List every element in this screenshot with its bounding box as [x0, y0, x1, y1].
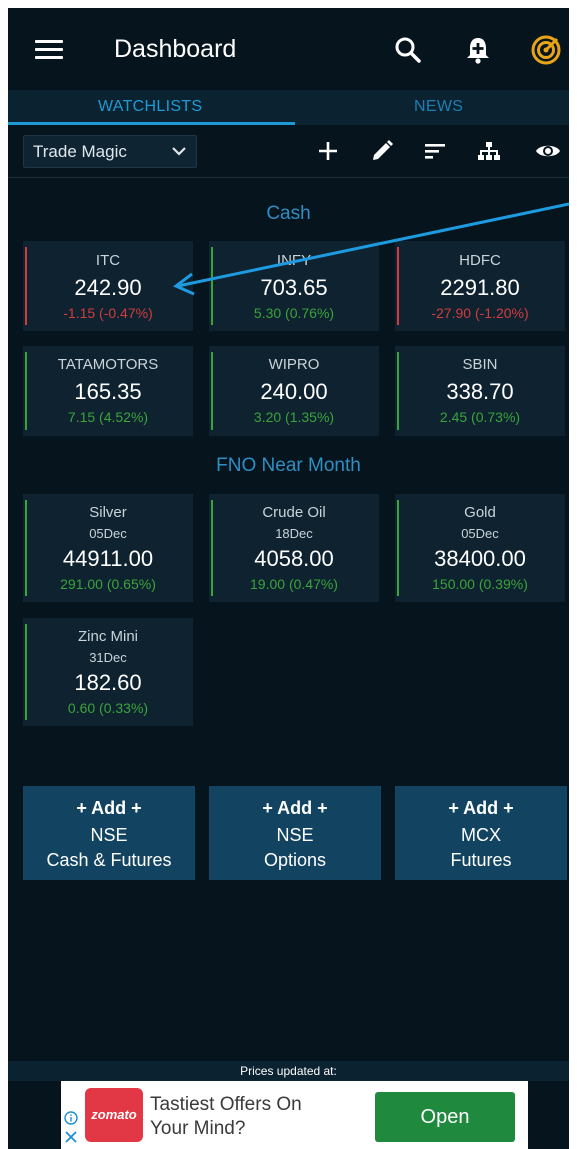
symbol-change: -27.90 (-1.20%)	[431, 305, 529, 321]
quote-card-tatamotors[interactable]: TATAMOTORS 165.35 7.15 (4.52%)	[23, 346, 193, 436]
symbol-price: 240.00	[260, 379, 328, 404]
symbol-price: 338.70	[446, 379, 514, 404]
symbol-price: 44911.00	[62, 546, 154, 571]
segment-label: Cash & Futures	[46, 850, 172, 870]
pencil-icon[interactable]	[369, 138, 395, 164]
page-title: Dashboard	[114, 35, 237, 63]
section-title-fno: FNO Near Month	[216, 455, 361, 476]
quote-card-gold[interactable]: Gold 05Dec 38400.00 150.00 (0.39%)	[395, 494, 565, 602]
symbol-change: 150.00 (0.39%)	[432, 576, 528, 592]
plus-icon[interactable]	[315, 138, 341, 164]
tab-watchlists[interactable]: WATCHLISTS	[98, 98, 202, 116]
symbol-change: 5.30 (0.76%)	[253, 305, 335, 321]
exchange-label: NSE	[90, 825, 128, 845]
add-nse-options-button[interactable]: + Add + NSE Options	[209, 786, 381, 880]
symbol-price: 242.90	[74, 275, 142, 300]
app-header: Dashboard	[8, 8, 569, 90]
ad-banner[interactable]: zomato Tastiest Offers On Your Mind? Ope…	[61, 1081, 528, 1149]
symbol-price: 182.60	[74, 670, 142, 695]
info-icon[interactable]	[64, 1111, 78, 1125]
symbol-change: 7.15 (4.52%)	[67, 409, 149, 425]
watchlist-selected: Trade Magic	[33, 142, 127, 161]
quote-card-itc[interactable]: ITC 242.90 -1.15 (-0.47%)	[23, 241, 193, 331]
symbol-change: 291.00 (0.65%)	[60, 576, 156, 592]
exchange-label: NSE	[276, 825, 314, 845]
symbol-name: Gold	[464, 504, 496, 521]
segment-label: Futures	[450, 850, 512, 870]
add-label: + Add +	[76, 798, 142, 818]
ad-brand-logo: zomato	[85, 1088, 143, 1142]
exchange-label: MCX	[461, 825, 501, 845]
quote-card-sbin[interactable]: SBIN 338.70 2.45 (0.73%)	[395, 346, 565, 436]
add-label: + Add +	[448, 798, 514, 818]
symbol-price: 165.35	[74, 379, 142, 404]
sort-icon[interactable]	[422, 138, 448, 164]
add-nse-cash-futures-button[interactable]: + Add + NSE Cash & Futures	[23, 786, 195, 880]
symbol-name: Zinc Mini	[77, 628, 138, 645]
watchlist-dropdown[interactable]: Trade Magic	[23, 135, 197, 168]
symbol-name: TATAMOTORS	[57, 356, 159, 373]
close-icon[interactable]	[64, 1130, 78, 1144]
symbol-price: 38400.00	[434, 546, 526, 571]
hierarchy-icon[interactable]	[476, 138, 502, 164]
quote-card-zinc-mini[interactable]: Zinc Mini 31Dec 182.60 0.60 (0.33%)	[23, 618, 193, 726]
symbol-price: 4058.00	[254, 546, 334, 571]
symbol-expiry: 18Dec	[275, 526, 313, 541]
tab-news[interactable]: NEWS	[414, 98, 463, 116]
quote-card-wipro[interactable]: WIPRO 240.00 3.20 (1.35%)	[209, 346, 379, 436]
symbol-price: 2291.80	[440, 275, 520, 300]
symbol-expiry: 05Dec	[89, 526, 127, 541]
symbol-change: 0.60 (0.33%)	[67, 700, 149, 716]
quote-card-crude-oil[interactable]: Crude Oil 18Dec 4058.00 19.00 (0.47%)	[209, 494, 379, 602]
symbol-change: -1.15 (-0.47%)	[63, 305, 153, 321]
app-screen: Dashboard WATCHLISTS NEWS Trade Magic Ca…	[8, 8, 569, 1149]
symbol-name: SBIN	[462, 356, 498, 373]
symbol-change: 2.45 (0.73%)	[439, 409, 521, 425]
symbol-name: INFY	[276, 252, 312, 269]
symbol-name: ITC	[95, 252, 121, 269]
add-mcx-futures-button[interactable]: + Add + MCX Futures	[395, 786, 567, 880]
quote-card-silver[interactable]: Silver 05Dec 44911.00 291.00 (0.65%)	[23, 494, 193, 602]
symbol-change: 19.00 (0.47%)	[250, 576, 338, 592]
menu-icon[interactable]	[35, 40, 63, 60]
symbol-name: Silver	[89, 504, 127, 521]
add-alert-bell-icon[interactable]	[462, 34, 494, 66]
symbol-name: WIPRO	[268, 356, 320, 373]
watchlist-toolbar: Trade Magic	[8, 125, 569, 178]
symbol-change: 3.20 (1.35%)	[253, 409, 335, 425]
tab-bar: WATCHLISTS NEWS	[8, 90, 569, 125]
symbol-name: Crude Oil	[262, 504, 326, 521]
search-icon[interactable]	[392, 34, 424, 66]
chevron-down-icon	[172, 147, 186, 156]
symbol-price: 703.65	[260, 275, 328, 300]
symbol-expiry: 31Dec	[89, 650, 127, 665]
eye-icon[interactable]	[535, 138, 561, 164]
segment-label: Options	[263, 850, 327, 870]
add-label: + Add +	[262, 798, 328, 818]
symbol-expiry: 05Dec	[461, 526, 499, 541]
ad-open-button[interactable]: Open	[375, 1092, 515, 1142]
symbol-name: HDFC	[459, 252, 501, 269]
prices-updated-label: Prices updated at:	[8, 1061, 569, 1081]
quote-card-infy[interactable]: INFY 703.65 5.30 (0.76%)	[209, 241, 379, 331]
section-title-cash: Cash	[266, 203, 311, 224]
ad-text: Tastiest Offers On Your Mind?	[150, 1094, 302, 1139]
quote-card-hdfc[interactable]: HDFC 2291.80 -27.90 (-1.20%)	[395, 241, 565, 331]
logo-icon[interactable]	[530, 34, 562, 66]
